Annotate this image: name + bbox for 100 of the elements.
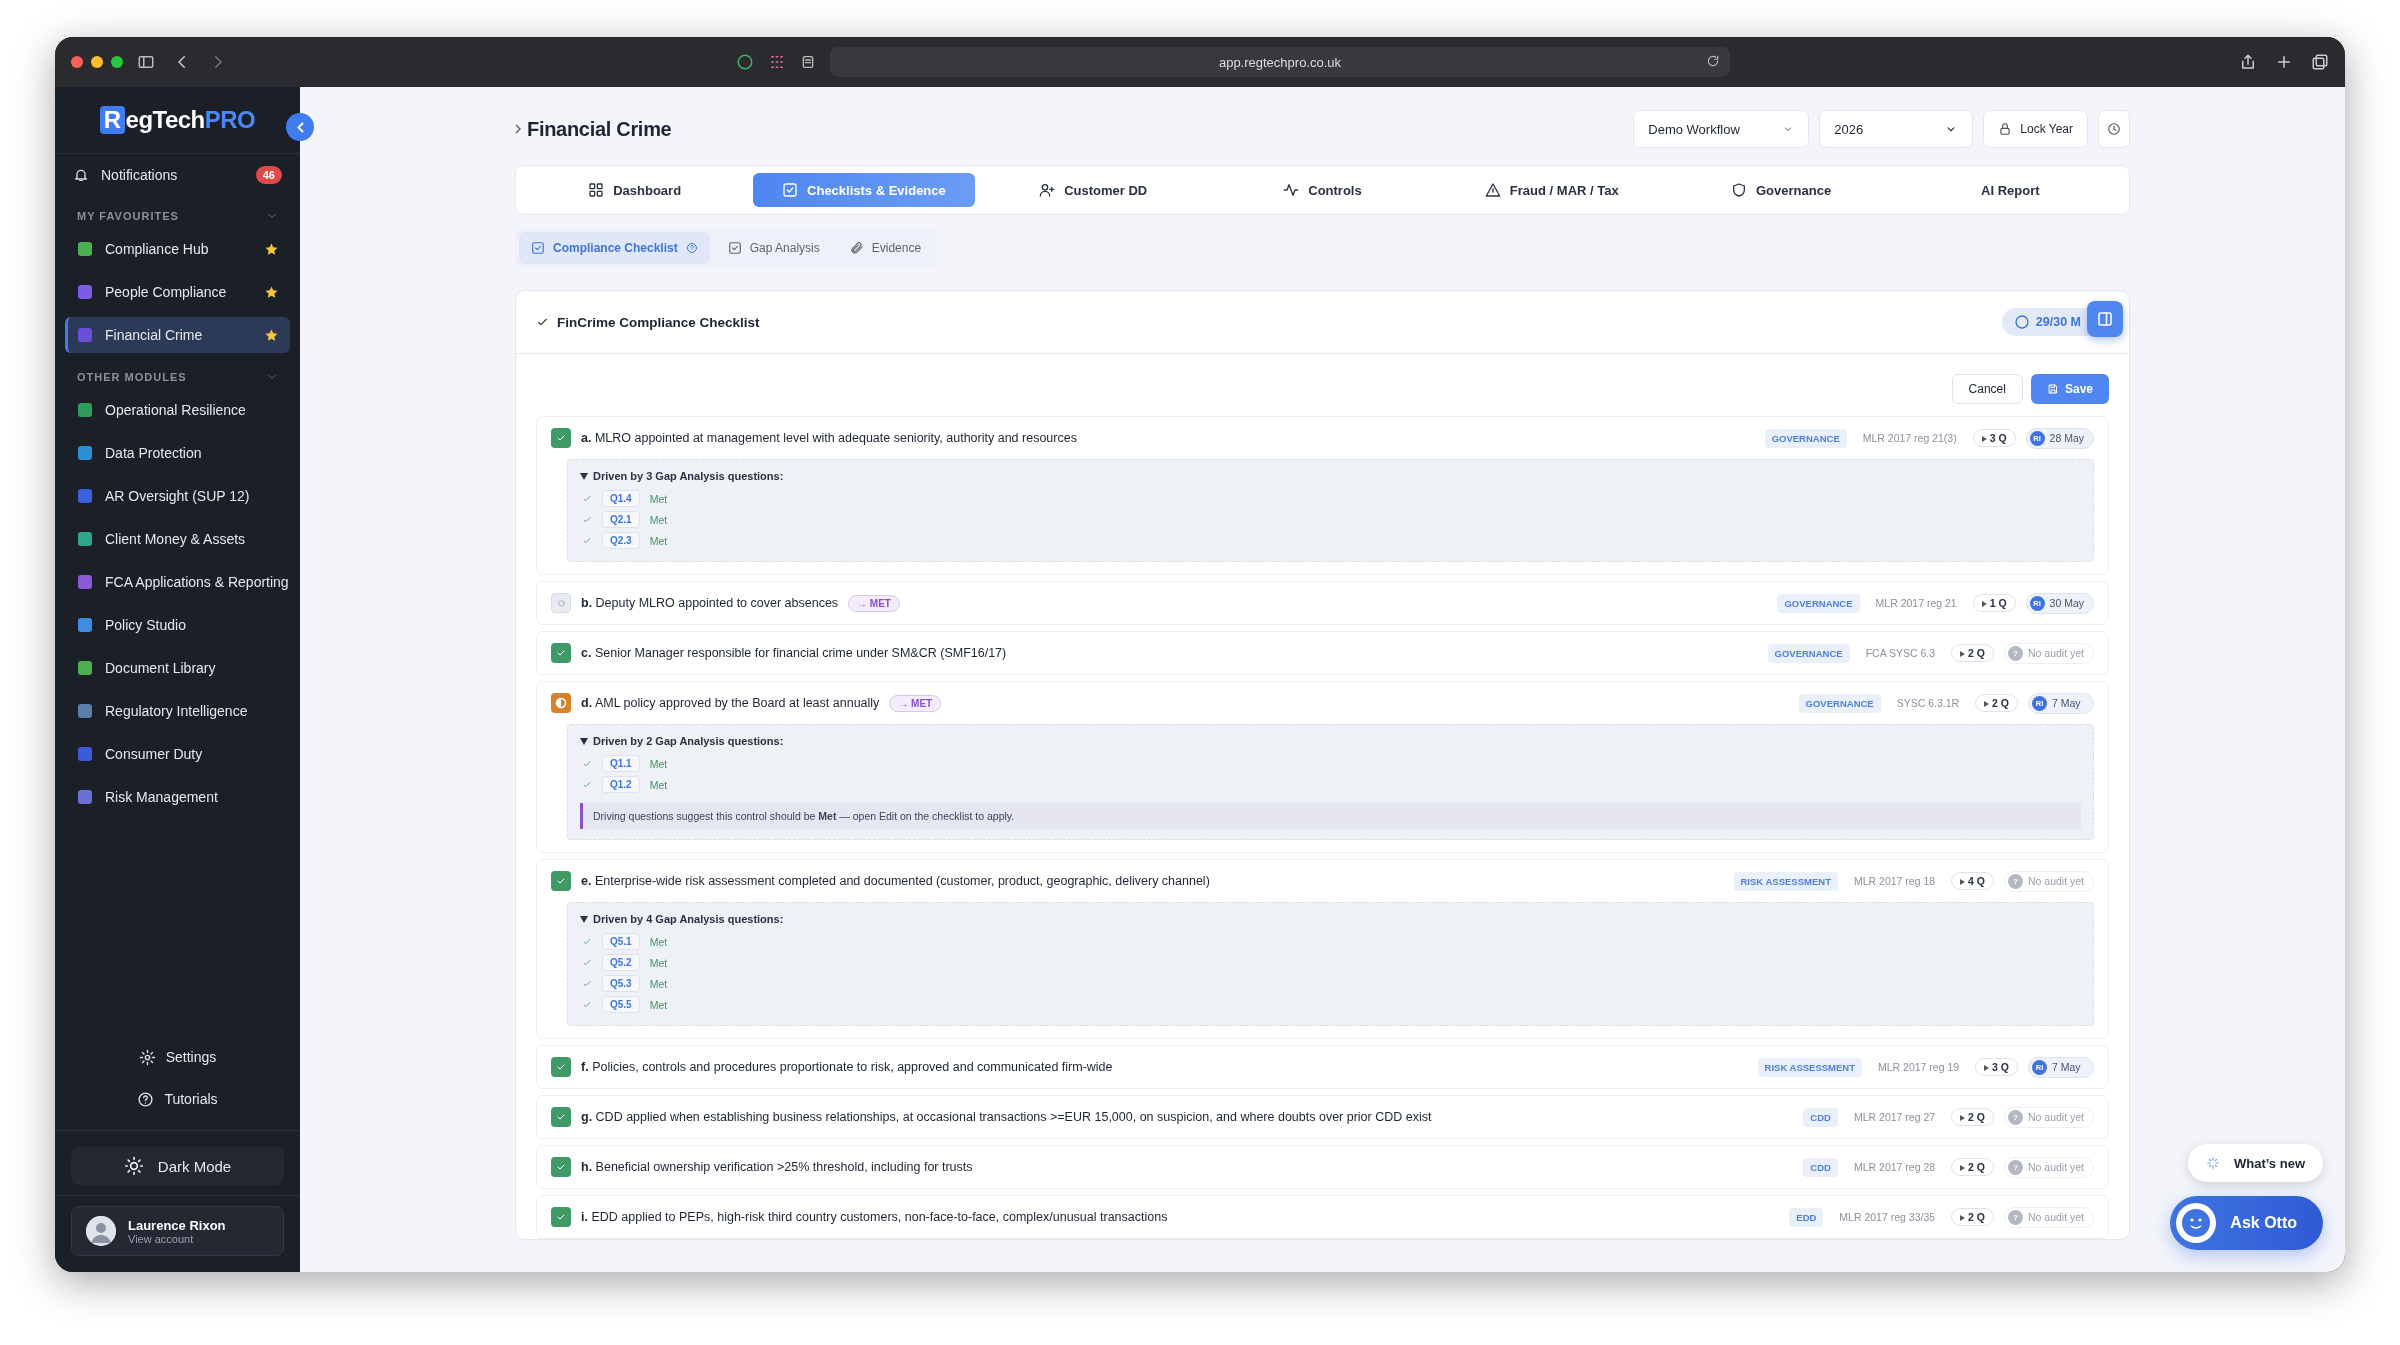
address-bar[interactable]: app.regtechpro.co.uk [830, 47, 1730, 77]
question-code[interactable]: Q1.1 [602, 755, 640, 772]
audit-text: No audit yet [2027, 1161, 2084, 1173]
question-code[interactable]: Q1.4 [602, 490, 640, 507]
checkbox[interactable] [551, 871, 571, 891]
expand-caret-icon[interactable] [580, 737, 588, 745]
question-code[interactable]: Q2.3 [602, 532, 640, 549]
subtab[interactable]: Evidence [837, 232, 934, 264]
history-button[interactable] [2098, 110, 2130, 148]
star-icon[interactable] [265, 285, 278, 299]
question-result: Met [649, 778, 668, 791]
checkbox[interactable] [551, 1157, 571, 1177]
workflow-select[interactable]: Demo Workflow [1633, 110, 1810, 148]
question-code[interactable]: Q2.1 [602, 511, 640, 528]
audit-text: 28 May [2049, 432, 2084, 444]
category-tag: GOVERNANCE [1798, 693, 1881, 713]
checkbox[interactable] [551, 643, 571, 663]
reload-icon[interactable] [1706, 54, 1720, 68]
caret-icon [1984, 701, 1990, 707]
question-result: Met [649, 513, 668, 526]
sun-icon [123, 1156, 144, 1176]
sidebar-item[interactable]: AR Oversight (SUP 12) [65, 478, 290, 514]
panel-toggle-button[interactable] [2087, 301, 2123, 337]
sidebar-item[interactable]: People Compliance [65, 274, 290, 310]
settings-link[interactable]: Settings [138, 1036, 217, 1078]
sparkle-icon [2205, 1156, 2220, 1170]
sidebar-item[interactable]: Consumer Duty [65, 736, 290, 772]
maximize-icon[interactable] [111, 56, 123, 68]
question-code[interactable]: Q5.2 [602, 954, 640, 971]
whats-new-button[interactable]: What’s new [2187, 1144, 2323, 1182]
close-icon[interactable] [71, 56, 83, 68]
item-text: f. Policies, controls and procedures proportionate to risk, approved and communicated firm-wide [581, 1060, 1113, 1074]
sidebar-item[interactable]: Data Protection [65, 435, 290, 471]
subtab[interactable]: Gap Analysis [715, 232, 832, 264]
category-tag: CDD [1803, 1107, 1838, 1127]
year-select[interactable]: 2026 [1819, 110, 1974, 148]
tutorials-link[interactable]: Tutorials [137, 1078, 218, 1120]
question-code[interactable]: Q5.3 [602, 975, 640, 992]
item-text: b. Deputy MLRO appointed to cover absences [581, 596, 839, 610]
account-card[interactable]: Laurence Rixon View account [71, 1206, 284, 1256]
audit-text: No audit yet [2027, 1211, 2084, 1223]
tab[interactable]: Fraud / MAR / Tax [1441, 173, 1663, 207]
tab[interactable]: Controls [1211, 173, 1434, 207]
avatar-icon [86, 1216, 116, 1246]
star-icon[interactable] [265, 242, 278, 256]
tab[interactable]: Customer DD [982, 173, 1204, 207]
expand-caret-icon[interactable] [580, 472, 588, 480]
sidebar-item[interactable]: Risk Management [65, 779, 290, 815]
question-code[interactable]: Q5.5 [602, 996, 640, 1013]
driven-title[interactable]: Driven by 2 Gap Analysis questions: [593, 735, 784, 747]
save-button[interactable]: Save [2030, 374, 2109, 404]
sidebar-item[interactable]: FCA Applications & Reporting [65, 564, 290, 600]
share-icon[interactable] [2239, 53, 2257, 71]
reference-text: MLR 2017 reg 19 [1878, 1061, 1960, 1073]
minimize-icon[interactable] [91, 56, 103, 68]
checkbox[interactable] [551, 1057, 571, 1077]
checkbox[interactable] [551, 428, 571, 448]
driven-title[interactable]: Driven by 3 Gap Analysis questions: [593, 470, 784, 482]
circle-icon [555, 597, 567, 609]
reference-text: MLR 2017 reg 33/35 [1839, 1211, 1936, 1223]
sidebar-item[interactable]: Document Library [65, 650, 290, 686]
apps-icon[interactable] [768, 53, 786, 71]
sidebar-icon[interactable] [137, 53, 155, 71]
question-code[interactable]: Q1.2 [602, 776, 640, 793]
star-icon[interactable] [265, 328, 278, 342]
dark-mode-button[interactable]: Dark Mode [71, 1147, 284, 1185]
sidebar-item[interactable]: Client Money & Assets [65, 521, 290, 557]
tab[interactable]: Dashboard [524, 173, 746, 207]
tab[interactable]: AI Report [1899, 173, 2121, 207]
cancel-button[interactable]: Cancel [1951, 374, 2023, 404]
check-icon [582, 535, 592, 546]
checkbox[interactable] [551, 593, 571, 613]
sidebar-item[interactable]: Policy Studio [65, 607, 290, 643]
tab[interactable]: Governance [1670, 173, 1892, 207]
notifications-item[interactable]: Notifications 46 [55, 154, 300, 196]
question-code[interactable]: Q5.1 [602, 933, 640, 950]
driven-title[interactable]: Driven by 4 Gap Analysis questions: [593, 913, 784, 925]
caret-icon [1960, 651, 1966, 657]
checkbox[interactable] [551, 693, 571, 713]
checkbox[interactable] [551, 1107, 571, 1127]
caret-icon [1960, 1165, 1966, 1171]
sidebar-item[interactable]: Regulatory Intelligence [65, 693, 290, 729]
subtab[interactable]: Compliance Checklist [519, 232, 710, 264]
settings-icon [138, 1048, 156, 1066]
caret-icon [1960, 879, 1966, 885]
audit-text: 30 May [2049, 597, 2084, 609]
warning-icon [1484, 182, 1501, 198]
sidebar-item[interactable]: Operational Resilience [65, 392, 290, 428]
sidebar-item[interactable]: Financial Crime [65, 317, 290, 353]
ask-assistant-button[interactable]: Ask Otto [2170, 1196, 2323, 1250]
expand-caret-icon[interactable] [580, 915, 588, 923]
reader-icon[interactable] [800, 54, 816, 70]
notification-count: 46 [255, 166, 282, 184]
checkbox[interactable] [551, 1207, 571, 1227]
plus-icon[interactable] [2275, 53, 2293, 71]
reference-text: SYSC 6.3.1R [1896, 697, 1960, 709]
lock-year-button[interactable]: Lock Year [1983, 110, 2088, 148]
tabs-icon[interactable] [2311, 53, 2329, 71]
audit-text: No audit yet [2027, 647, 2084, 659]
sidebar-item[interactable]: Compliance Hub [65, 231, 290, 267]
